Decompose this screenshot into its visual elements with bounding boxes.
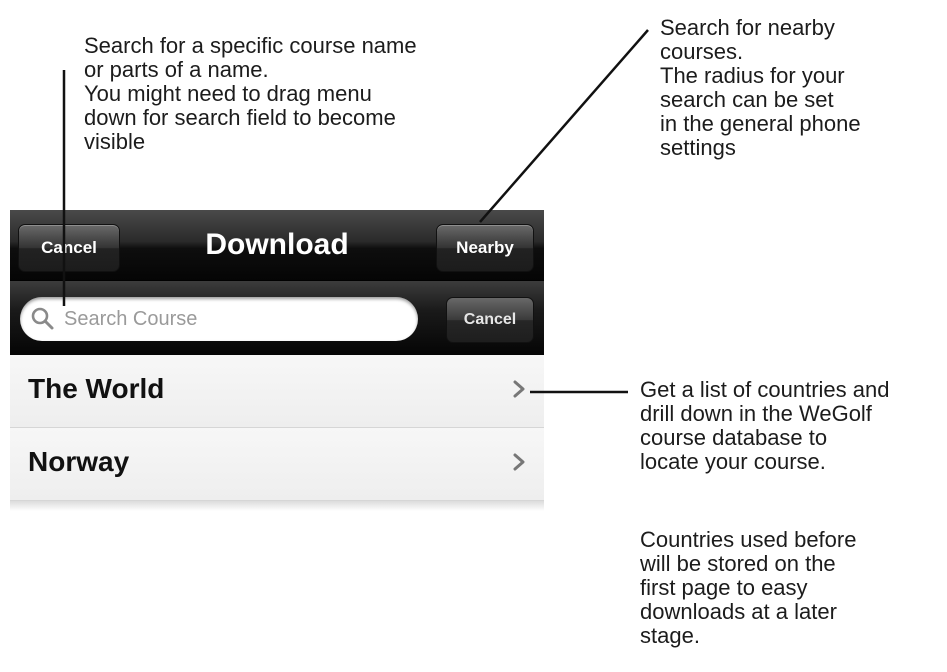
chevron-right-icon — [512, 452, 526, 472]
search-icon — [30, 306, 56, 332]
nearby-callout-line — [479, 29, 649, 223]
list-item-the-world[interactable]: The World — [10, 355, 544, 428]
list-item-label: Norway — [28, 446, 130, 477]
search-input[interactable] — [62, 306, 386, 332]
nearby-annotation: Search for nearby courses. The radius fo… — [660, 15, 861, 160]
phone-screen: Cancel Download Nearby Cancel The World … — [10, 210, 544, 511]
list-item-norway[interactable]: Norway — [10, 428, 544, 501]
search-field[interactable] — [20, 297, 418, 341]
search-bar: Cancel — [10, 281, 544, 355]
list-annotation: Get a list of countries and drill down i… — [640, 377, 890, 474]
search-cancel-button[interactable]: Cancel — [446, 297, 534, 343]
nearby-button[interactable]: Nearby — [436, 224, 534, 272]
search-annotation: Search for a specific course name or par… — [84, 33, 417, 154]
chevron-right-icon — [512, 379, 526, 399]
list-bottom-shadow — [10, 501, 544, 511]
list-item-label: The World — [28, 373, 165, 404]
stored-annotation: Countries used before will be stored on … — [640, 527, 857, 648]
navigation-bar: Cancel Download Nearby — [10, 210, 544, 281]
